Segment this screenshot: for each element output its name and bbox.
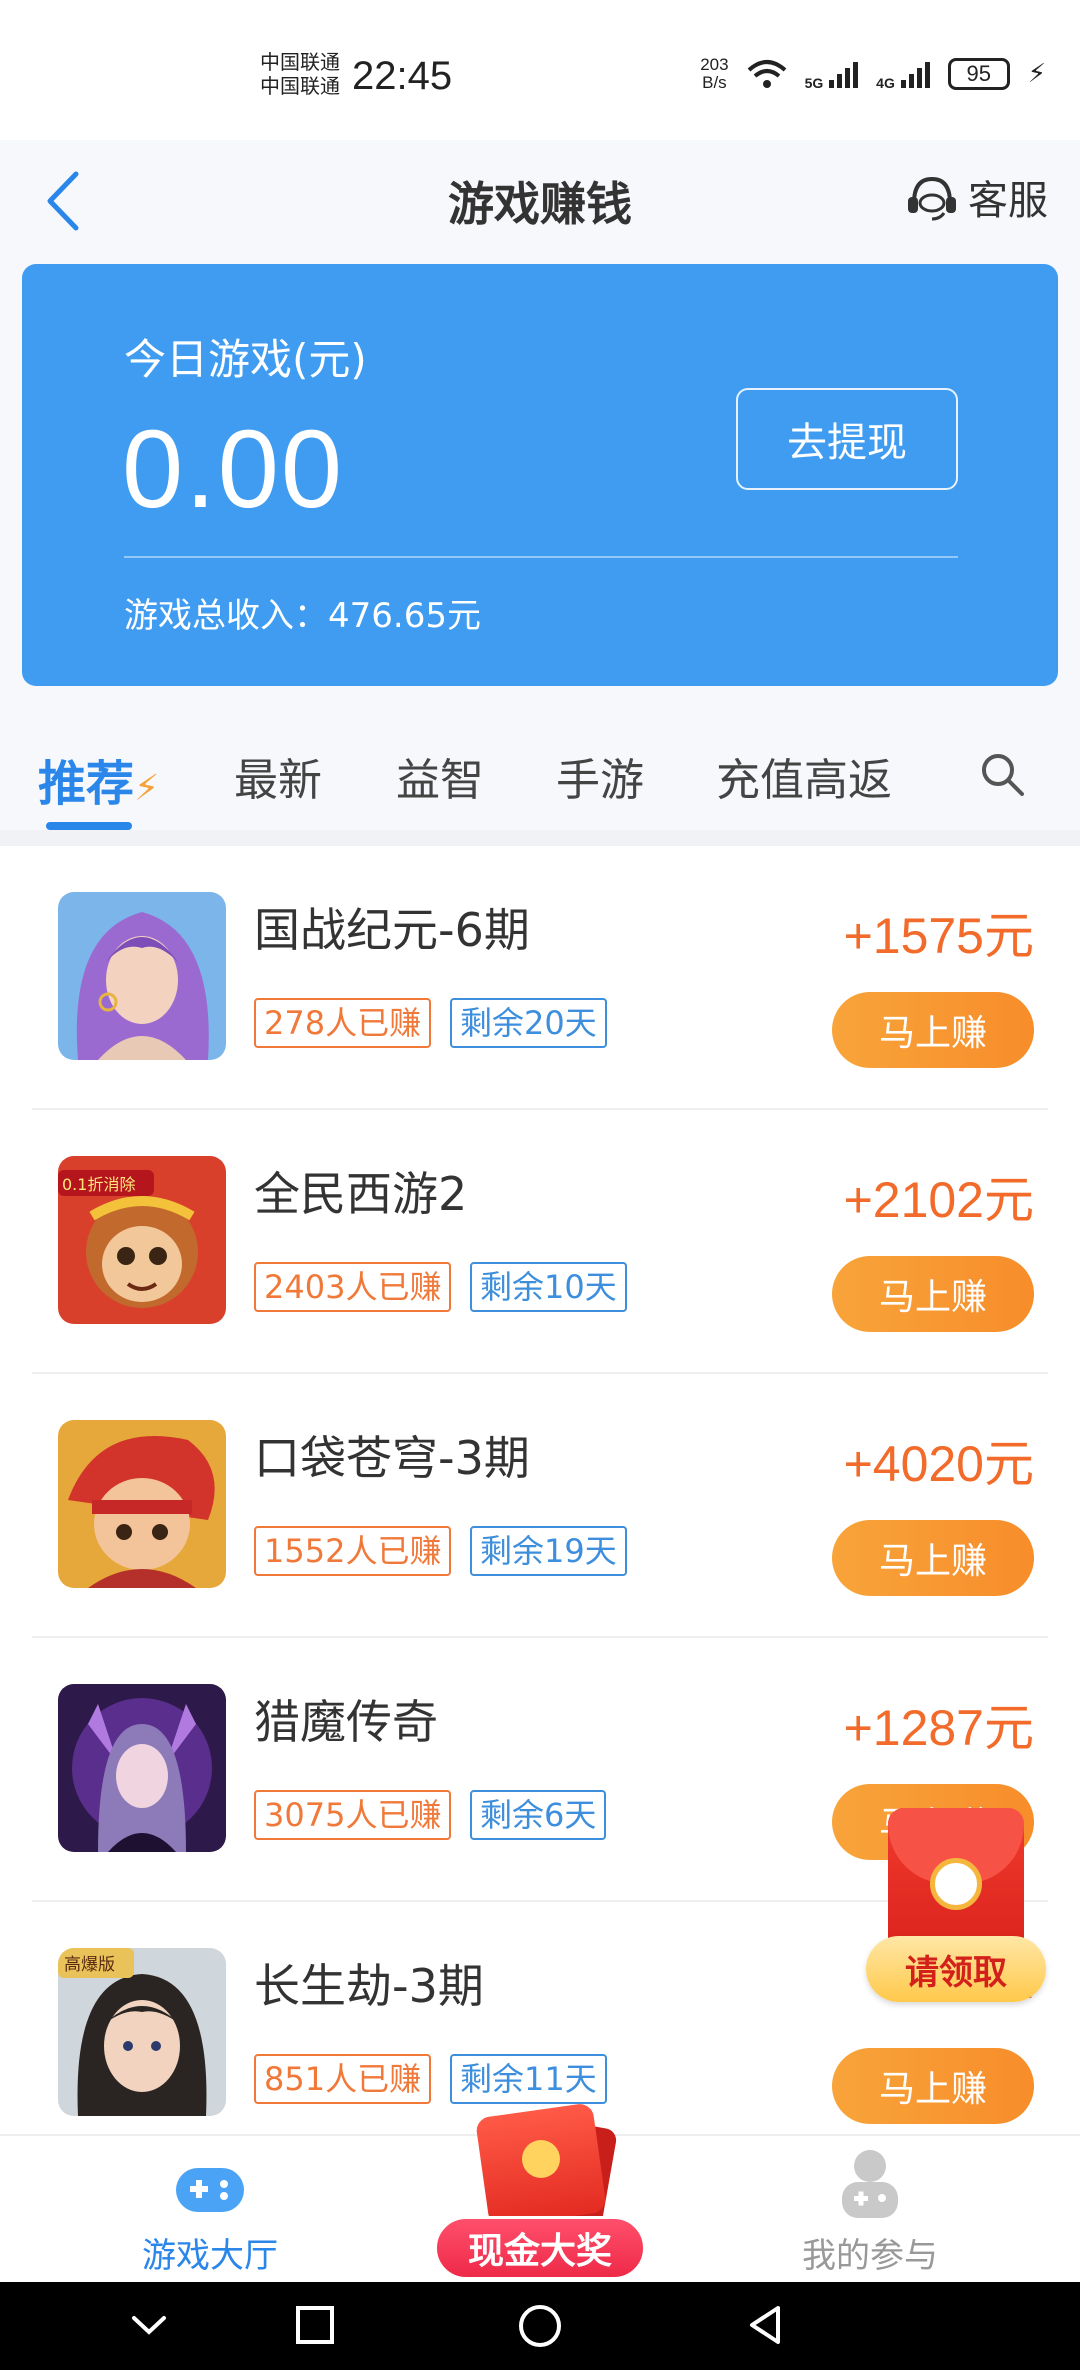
card-divider — [124, 556, 958, 558]
today-earnings-label: 今日游戏(元) — [124, 335, 367, 384]
game-thumbnail: 高爆版 — [58, 1948, 226, 2116]
signal-4g-label: 4G — [876, 74, 895, 91]
withdraw-button[interactable]: 去提现 — [736, 388, 958, 490]
carrier-2: 中国联通 — [260, 74, 340, 98]
search-icon[interactable] — [978, 750, 1026, 798]
days-remaining-tag: 剩余10天 — [470, 1262, 627, 1312]
red-packet-coin-icon — [930, 1858, 982, 1910]
charging-icon: ⚡ — [1027, 59, 1046, 89]
back-nav-icon[interactable] — [742, 2302, 788, 2348]
recent-apps-icon[interactable] — [292, 2302, 338, 2348]
tab-latest[interactable]: 最新 — [234, 744, 322, 808]
reward-value: +1575 — [843, 908, 984, 964]
nav-cash-prize[interactable]: 现金大奖 — [430, 2100, 650, 2290]
earnings-card: 今日游戏(元) 0.00 去提现 游戏总收入：476.65元 — [22, 264, 1058, 686]
game-row[interactable]: 0.1折消除 全民西游2 2403人已赚 剩余10天 +2102元 马上赚 — [32, 1110, 1048, 1374]
system-navigation-bar — [0, 2282, 1080, 2370]
game-thumbnail: 0.1折消除 — [58, 1156, 226, 1324]
signal-4g-icon: 4G — [876, 58, 930, 91]
user-gamepad-icon — [842, 2150, 898, 2218]
game-name: 国战纪元-6期 — [254, 903, 530, 957]
today-earnings-amount: 0.00 — [122, 408, 345, 531]
tab-recharge-rebate[interactable]: 充值高返 — [716, 744, 892, 808]
days-remaining-tag: 剩余11天 — [450, 2054, 607, 2104]
game-row[interactable]: 国战纪元-6期 278人已赚 剩余20天 +1575元 马上赚 — [32, 846, 1048, 1110]
claim-label: 请领取 — [866, 1936, 1046, 2002]
reward-amount: +2102元 — [844, 1160, 1034, 1232]
reward-value: +2102 — [843, 1172, 984, 1228]
carrier-names: 中国联通 中国联通 — [260, 50, 340, 98]
tab-mobile-games[interactable]: 手游 — [556, 744, 644, 808]
game-name: 猎魔传奇 — [254, 1695, 438, 1749]
carrier-1: 中国联通 — [260, 50, 340, 74]
floating-red-packet[interactable]: 请领取 — [866, 1808, 1046, 2028]
earn-now-button[interactable]: 马上赚 — [832, 1256, 1034, 1332]
earned-count-tag: 851人已赚 — [254, 2054, 432, 2104]
tab-puzzle[interactable]: 益智 — [396, 744, 484, 808]
reward-unit: 元 — [984, 1171, 1034, 1229]
game-row[interactable]: 口袋苍穹-3期 1552人已赚 剩余19天 +4020元 马上赚 — [32, 1374, 1048, 1638]
nav-my-participation[interactable]: 我的参与 — [720, 2136, 1020, 2284]
game-name: 全民西游2 — [254, 1167, 468, 1221]
nav-my-participation-label: 我的参与 — [802, 2236, 938, 2276]
gamepad-icon — [176, 2168, 244, 2212]
earned-count-tag: 278人已赚 — [254, 998, 432, 1048]
headset-icon — [908, 176, 956, 221]
game-thumbnail — [58, 1420, 226, 1588]
reward-amount: +4020元 — [844, 1424, 1034, 1496]
active-tab-indicator — [46, 822, 132, 830]
status-bar: 中国联通 中国联通 22:45 203 B/s 5G 4G 95 ⚡ — [0, 0, 1080, 140]
earn-now-button[interactable]: 马上赚 — [832, 992, 1034, 1068]
status-time: 22:45 — [352, 54, 453, 98]
tab-recommended[interactable]: 推荐⚡ — [38, 744, 159, 814]
days-remaining-tag: 剩余6天 — [470, 1790, 607, 1840]
thumb-badge: 高爆版 — [64, 1955, 115, 1975]
nav-game-hall[interactable]: 游戏大厅 — [60, 2136, 360, 2284]
nav-game-hall-label: 游戏大厅 — [142, 2236, 278, 2276]
thumb-badge: 0.1折消除 — [62, 1175, 135, 1194]
battery-icon: 95 — [947, 58, 1010, 90]
net-speed-value: 203 — [700, 55, 729, 74]
reward-unit: 元 — [984, 1435, 1034, 1493]
service-label: 客服 — [968, 178, 1048, 224]
game-thumbnail — [58, 1684, 226, 1852]
earn-now-button[interactable]: 马上赚 — [832, 2048, 1034, 2124]
chevron-down-icon[interactable] — [126, 2302, 172, 2348]
days-remaining-tag: 剩余19天 — [470, 1526, 627, 1576]
reward-value: +1287 — [843, 1700, 984, 1756]
game-thumbnail — [58, 892, 226, 1060]
tab-recommended-label: 推荐 — [38, 756, 135, 812]
earned-count-tag: 2403人已赚 — [254, 1262, 452, 1312]
lightning-icon: ⚡ — [134, 768, 160, 809]
category-tabs: 推荐⚡ 最新 益智 手游 充值高返 — [0, 720, 1080, 830]
signal-5g-icon: 5G — [805, 58, 859, 91]
nav-cash-prize-label: 现金大奖 — [434, 2216, 646, 2280]
game-name: 长生劫-3期 — [254, 1959, 484, 2013]
reward-unit: 元 — [984, 1699, 1034, 1757]
net-speed: 203 B/s — [700, 56, 728, 92]
reward-amount: +1287元 — [844, 1688, 1034, 1760]
reward-unit: 元 — [984, 907, 1034, 965]
customer-service-button[interactable]: 客服 — [906, 168, 1048, 226]
coin-icon — [522, 2140, 560, 2178]
net-speed-unit: B/s — [702, 73, 727, 92]
signal-5g-label: 5G — [804, 74, 824, 91]
earned-count-tag: 3075人已赚 — [254, 1790, 452, 1840]
system-indicators: 203 B/s 5G 4G 95 ⚡ — [700, 56, 1046, 92]
game-name: 口袋苍穹-3期 — [254, 1431, 530, 1485]
days-remaining-tag: 剩余20天 — [450, 998, 607, 1048]
reward-value: +4020 — [843, 1436, 984, 1492]
home-icon[interactable] — [516, 2302, 564, 2350]
earn-now-button[interactable]: 马上赚 — [832, 1520, 1034, 1596]
reward-amount: +1575元 — [844, 896, 1034, 968]
earned-count-tag: 1552人已赚 — [254, 1526, 452, 1576]
section-divider — [0, 830, 1080, 846]
title-bar: 游戏赚钱 客服 — [0, 140, 1080, 260]
total-income: 游戏总收入：476.65元 — [124, 596, 481, 636]
wifi-icon — [747, 60, 786, 88]
